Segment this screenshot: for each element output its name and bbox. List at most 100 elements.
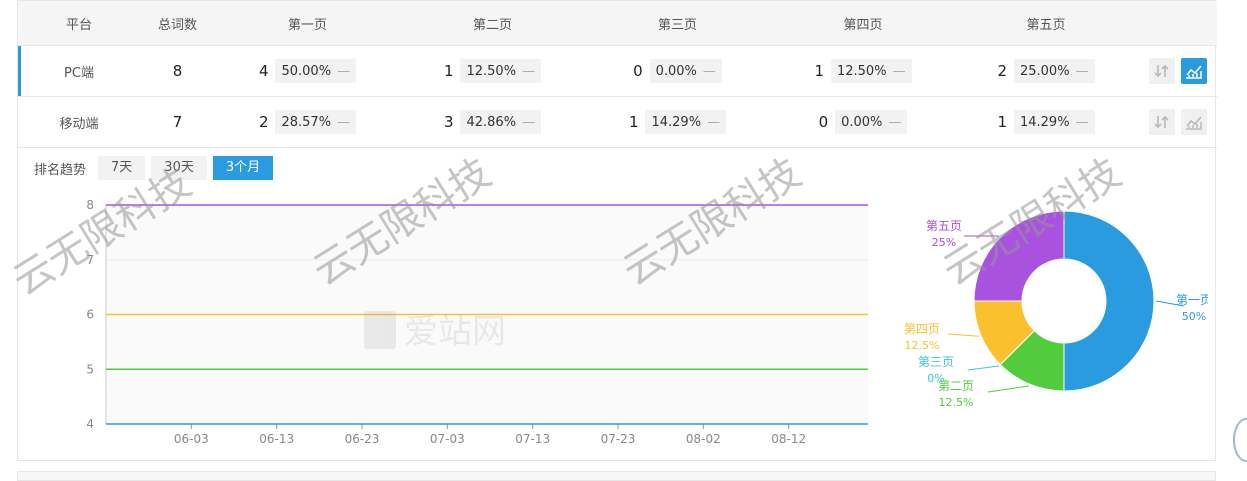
col-platform: 平台 bbox=[18, 1, 140, 46]
y-tick-label: 6 bbox=[86, 308, 94, 322]
x-tick-label: 06-13 bbox=[259, 432, 294, 446]
page-distribution-donut-chart: 第一页50%第二页12.5%第三页0%第四页12.5%第五页25% bbox=[888, 206, 1208, 416]
dash-icon: — bbox=[888, 115, 901, 130]
x-tick-label: 06-23 bbox=[345, 432, 380, 446]
page-count: 3 bbox=[444, 113, 454, 131]
page-percent: 12.50% — bbox=[831, 59, 912, 83]
dash-icon: — bbox=[707, 115, 720, 130]
slice-percent-label: 12.5% bbox=[939, 396, 974, 409]
trend-chart-icon[interactable] bbox=[1181, 109, 1207, 135]
floating-circle-icon[interactable] bbox=[1233, 418, 1247, 462]
percent-value: 42.86% bbox=[466, 115, 516, 130]
page2-cell: 3 42.86% — bbox=[400, 97, 585, 148]
sort-icon[interactable] bbox=[1149, 58, 1175, 84]
percent-value: 12.50% bbox=[466, 64, 516, 79]
table-row-pc[interactable]: PC端 8 4 50.00% — 1 12.50% — 0 0.00%— 1 12.50% —… bbox=[18, 46, 1217, 97]
percent-value: 14.29% bbox=[1020, 115, 1070, 130]
page-count: 1 bbox=[444, 62, 454, 80]
label-leader-line bbox=[988, 386, 1029, 392]
percent-value: 12.50% bbox=[837, 64, 887, 79]
page4-cell: 0 0.00% — bbox=[770, 97, 956, 148]
trend-range-bar: 排名趋势 7天 30天 3个月 bbox=[34, 156, 279, 180]
percent-value: 50.00% bbox=[281, 64, 331, 79]
page-count: 1 bbox=[814, 62, 824, 80]
slice-percent-label: 12.5% bbox=[905, 339, 940, 352]
platform-cell: 移动端 bbox=[18, 97, 140, 148]
x-tick-label: 08-12 bbox=[771, 432, 806, 446]
donut-slice[interactable] bbox=[974, 211, 1064, 301]
page-count: 4 bbox=[259, 62, 269, 80]
dash-icon: — bbox=[1076, 64, 1089, 79]
page-percent: 12.50% — bbox=[460, 59, 541, 83]
page4-cell: 1 12.50% — bbox=[770, 46, 956, 97]
x-tick-label: 07-23 bbox=[601, 432, 636, 446]
y-tick-label: 5 bbox=[86, 362, 94, 376]
page-count: 0 bbox=[819, 113, 829, 131]
range-7d-button[interactable]: 7天 bbox=[98, 156, 145, 180]
page-percent: 0.00%— bbox=[650, 59, 722, 83]
range-3m-button[interactable]: 3个月 bbox=[213, 156, 273, 180]
y-tick-label: 4 bbox=[86, 417, 94, 431]
platform-cell: PC端 bbox=[18, 46, 140, 97]
col-page1: 第一页 bbox=[215, 1, 400, 46]
slice-name-label: 第三页 bbox=[918, 355, 954, 369]
dash-icon: — bbox=[337, 64, 350, 79]
page-count: 0 bbox=[633, 62, 643, 80]
y-tick-label: 8 bbox=[86, 198, 94, 212]
actions-cell bbox=[1136, 46, 1217, 97]
col-page5: 第五页 bbox=[956, 1, 1136, 46]
page-percent: 0.00% — bbox=[835, 110, 907, 134]
sort-icon[interactable] bbox=[1149, 109, 1175, 135]
table-header: 平台 总词数 第一页 第二页 第三页 第四页 第五页 bbox=[18, 1, 1217, 46]
percent-value: 0.00% bbox=[841, 115, 882, 130]
slice-name-label: 第一页 bbox=[1176, 293, 1208, 307]
page-percent: 50.00% — bbox=[275, 59, 356, 83]
slice-percent-label: 50% bbox=[1182, 310, 1206, 323]
table-row-mobile[interactable]: 移动端 7 228.57%— 342.86%— 114.29%— 00.00%—… bbox=[18, 97, 1217, 148]
logo-text: 爱站网 bbox=[404, 312, 506, 352]
slice-name-label: 第四页 bbox=[904, 322, 940, 336]
slice-name-label: 第五页 bbox=[926, 219, 962, 233]
page-count: 1 bbox=[997, 113, 1007, 131]
x-tick-label: 06-03 bbox=[174, 432, 209, 446]
dash-icon: — bbox=[522, 115, 535, 130]
page5-cell: 1 14.29%— bbox=[956, 97, 1136, 148]
percent-value: 25.00% bbox=[1020, 64, 1070, 79]
slice-percent-label: 25% bbox=[932, 236, 956, 249]
actions-cell bbox=[1136, 97, 1217, 148]
percent-value: 28.57% bbox=[281, 115, 331, 130]
page-count: 2 bbox=[997, 62, 1007, 80]
col-actions bbox=[1136, 1, 1217, 46]
page-count: 2 bbox=[259, 113, 269, 131]
page-percent: 42.86% — bbox=[460, 110, 541, 134]
page3-cell: 1 14.29% — bbox=[585, 97, 770, 148]
rank-distribution-panel: 平台 总词数 第一页 第二页 第三页 第四页 第五页 PC端 8 450.00%… bbox=[17, 0, 1216, 461]
dash-icon: — bbox=[337, 115, 350, 130]
x-tick-label: 07-03 bbox=[430, 432, 465, 446]
page3-cell: 0 0.00%— bbox=[585, 46, 770, 97]
trend-chart-icon[interactable] bbox=[1181, 58, 1207, 84]
percent-value: 14.29% bbox=[651, 115, 701, 130]
dash-icon: — bbox=[703, 64, 716, 79]
col-page2: 第二页 bbox=[400, 1, 585, 46]
page-percent: 28.57% — bbox=[275, 110, 356, 134]
range-30d-button[interactable]: 30天 bbox=[151, 156, 207, 180]
total-cell: 7 bbox=[140, 97, 215, 148]
col-total: 总词数 bbox=[140, 1, 215, 46]
y-tick-label: 7 bbox=[86, 253, 94, 267]
page5-cell: 2 25.00% — bbox=[956, 46, 1136, 97]
page1-cell: 4 50.00% — bbox=[215, 46, 400, 97]
dash-icon: — bbox=[893, 64, 906, 79]
total-cell: 8 bbox=[140, 46, 215, 97]
page2-cell: 1 12.50% — bbox=[400, 46, 585, 97]
rank-trend-line-chart: 8765406-0306-1306-2307-0307-1307-2308-02… bbox=[48, 191, 868, 451]
col-page3: 第三页 bbox=[585, 1, 770, 46]
page-count: 1 bbox=[629, 113, 639, 131]
page-percent: 14.29%— bbox=[1014, 110, 1095, 134]
dash-icon: — bbox=[522, 64, 535, 79]
page1-cell: 2 28.57% — bbox=[215, 97, 400, 148]
slice-percent-label: 0% bbox=[927, 372, 944, 385]
label-leader-line bbox=[948, 334, 979, 336]
donut-slice[interactable] bbox=[1064, 211, 1154, 391]
x-tick-label: 08-02 bbox=[686, 432, 721, 446]
